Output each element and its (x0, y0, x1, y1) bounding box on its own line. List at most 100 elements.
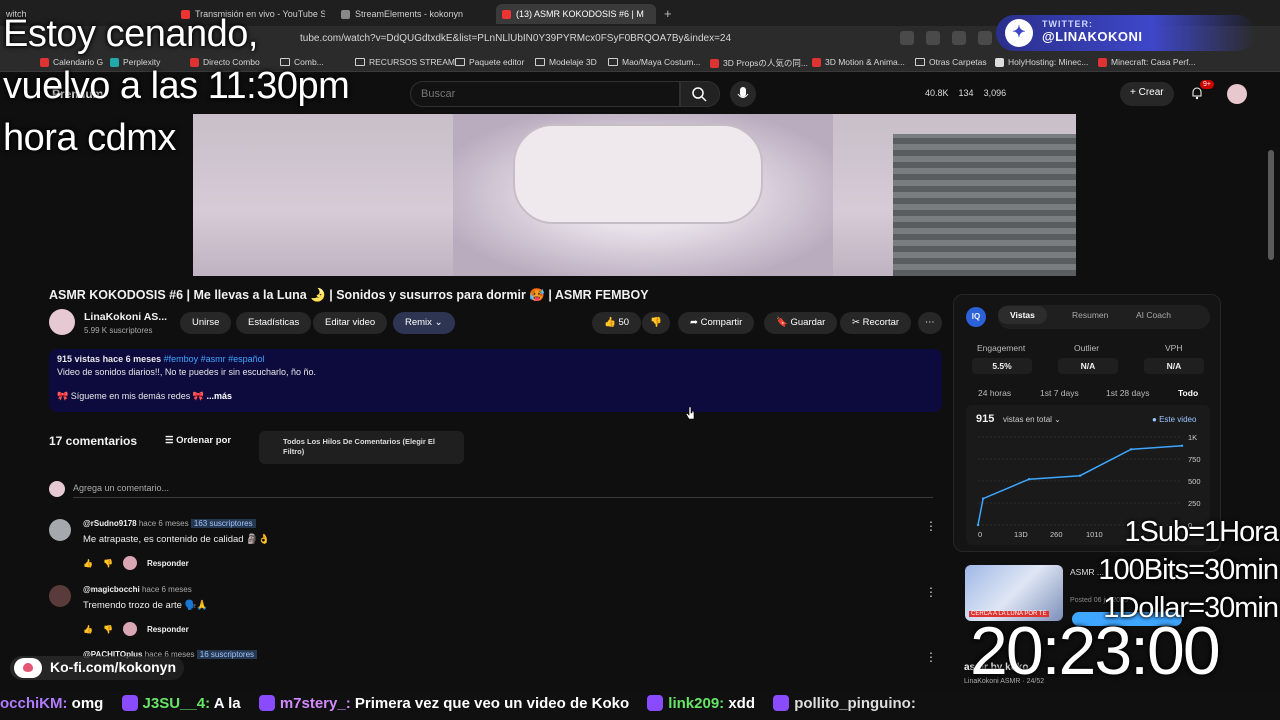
folder-icon (455, 58, 465, 66)
comments-count: 17 comentarios (49, 434, 138, 448)
avatar[interactable] (1227, 84, 1247, 104)
new-tab-button[interactable]: + (664, 6, 672, 21)
overlay-goal: 100Bits=30min (1098, 554, 1279, 586)
chart-point (1180, 444, 1184, 447)
bookmark-item[interactable]: Modelaje 3D (535, 57, 597, 67)
avatar[interactable] (49, 519, 71, 541)
scissors-icon: ✂ (852, 317, 860, 328)
url-field[interactable]: tube.com/watch?v=DdQUGdtxdkE&list=PLnNLl… (300, 33, 731, 44)
twitch-icon (258, 695, 275, 711)
tab-streamelements[interactable]: StreamElements - kokonyn (335, 4, 485, 24)
panel-tab-ai-coach[interactable]: AI Coach (1136, 310, 1171, 320)
cast-icon[interactable] (900, 31, 914, 45)
metric-value: N/A (1144, 358, 1204, 374)
thumbs-up-icon[interactable]: 👍 (83, 625, 93, 634)
bookmark-item[interactable]: Mao/Maya Costum... (608, 57, 700, 67)
twitter-bird-icon: ✦ (1005, 19, 1033, 47)
thumbs-down-icon[interactable]: 👎 (103, 559, 113, 568)
thumbs-up-icon[interactable]: 👍 (83, 559, 93, 568)
stat-comments: 3,096 (983, 88, 1007, 98)
more-icon[interactable]: ⋮ (925, 650, 937, 664)
address-actions (900, 31, 992, 45)
bookmark-item[interactable]: RECURSOS STREAM (355, 57, 455, 67)
tab-active-video[interactable]: (13) ASMR KOKODOSIS #6 | M✕ (496, 4, 656, 24)
more-icon[interactable]: ⋮ (925, 519, 937, 533)
add-comment-input[interactable]: Agrega un comentario... (73, 483, 169, 493)
stat-likes: 134 (958, 88, 974, 98)
thumbs-up-icon: 👍 (604, 317, 616, 328)
search-input[interactable]: Buscar (410, 81, 680, 107)
twitch-icon (647, 695, 664, 711)
voice-search-button[interactable] (730, 81, 756, 107)
range-option[interactable]: 24 horas (978, 388, 1011, 398)
reply-button[interactable]: Responder (147, 559, 189, 568)
chart-point (1078, 474, 1082, 477)
scrollbar[interactable] (1268, 150, 1274, 260)
edit-video-button[interactable]: Editar video (313, 312, 388, 334)
save-button[interactable]: 🔖 Guardar (764, 312, 838, 334)
twitch-icon (773, 695, 790, 711)
bookmark-item[interactable]: Paquete editor (455, 57, 524, 67)
stat-views: 40.8K (925, 88, 949, 98)
extension-logo-icon: IQ (966, 307, 986, 327)
description-box[interactable]: 915 vistas hace 6 meses #femboy #asmr #e… (49, 349, 942, 412)
stats-button[interactable]: Estadísticas (236, 312, 312, 334)
divider (73, 497, 933, 498)
notification-badge: 9+ (1200, 80, 1214, 89)
more-actions-button[interactable]: ⋯ (918, 312, 942, 334)
bookmark-item[interactable]: HolyHosting: Minec... (995, 57, 1088, 67)
youtube-favicon-icon (502, 9, 511, 19)
range-option[interactable]: 1st 28 days (1106, 388, 1149, 398)
chart-xtick-label: 0 (978, 530, 982, 539)
comment-filter-select[interactable]: Todos Los Hilos De Comentarios (Elegir E… (259, 431, 464, 464)
bookmark-icon: 🔖 (776, 317, 788, 328)
extension-icon[interactable] (952, 31, 966, 45)
create-button[interactable]: + Crear (1120, 82, 1174, 106)
share-icon[interactable] (926, 31, 940, 45)
search-button[interactable] (680, 81, 720, 107)
share-icon: ➦ (690, 317, 698, 328)
creator-heart-icon (122, 622, 137, 636)
bookmark-item[interactable]: Otras Carpetas (915, 57, 987, 67)
more-icon[interactable]: ⋮ (925, 585, 937, 599)
sort-button[interactable]: ☰ Ordenar por (165, 435, 231, 446)
channel-name[interactable]: LinaKokoni AS... (84, 311, 167, 323)
comment-header: @magicbocchi hace 6 meses (83, 585, 192, 594)
join-button[interactable]: Unirse (180, 312, 232, 334)
metric-label: Engagement (977, 343, 1026, 353)
description-line: 🎀 Sígueme en mis demás redes 🎀 ...más (57, 391, 233, 401)
sort-icon: ☰ (165, 435, 174, 446)
video-title: ASMR KOKODOSIS #6 | Me llevas a la Luna … (49, 288, 649, 302)
panel-tab-summary[interactable]: Resumen (1072, 310, 1108, 320)
share-button[interactable]: ➦ Compartir (678, 312, 755, 334)
thumbs-down-icon[interactable]: 👎 (103, 625, 113, 634)
avatar[interactable] (49, 585, 71, 607)
range-option[interactable]: 1st 7 days (1040, 388, 1079, 398)
star-icon[interactable] (978, 31, 992, 45)
search-icon (692, 87, 707, 102)
dislike-button[interactable]: 👎 (642, 312, 670, 334)
header-stats: 40.8K 134 3,096 (925, 88, 1006, 98)
chevron-down-icon: ⌄ (434, 317, 443, 328)
remix-button[interactable]: Remix ⌄ (393, 312, 455, 334)
bookmark-item[interactable]: 3D Motion & Anima... (812, 57, 905, 67)
more-icon: ⋯ (925, 317, 935, 328)
like-button[interactable]: 👍 50 (592, 312, 642, 334)
bookmark-item[interactable]: Minecraft: Casa Perf... (1098, 57, 1196, 67)
clip-button[interactable]: ✂ Recortar (840, 312, 912, 334)
chart-series-line (977, 445, 1183, 526)
comment-header: @rSudno9178 hace 6 meses 163 suscriptore… (83, 519, 256, 528)
bookmark-item[interactable]: 3D Propsの人気の同... (710, 57, 808, 69)
close-icon[interactable]: ✕ (655, 9, 656, 20)
reply-button[interactable]: Responder (147, 625, 189, 634)
chart-ytick-label: 750 (1188, 455, 1201, 464)
show-more-link[interactable]: ...más (207, 391, 233, 401)
metric-value: N/A (1058, 358, 1118, 374)
panel-tab-views[interactable]: Vistas (998, 306, 1047, 324)
chart-ytick-label: 500 (1188, 477, 1201, 486)
overlay-goal: 1Sub=1Hora (1124, 516, 1279, 548)
range-option-active[interactable]: Todo (1178, 388, 1198, 398)
channel-avatar[interactable] (49, 309, 75, 335)
microphone-icon (737, 87, 749, 98)
hashtags[interactable]: #femboy #asmr #español (164, 354, 265, 364)
